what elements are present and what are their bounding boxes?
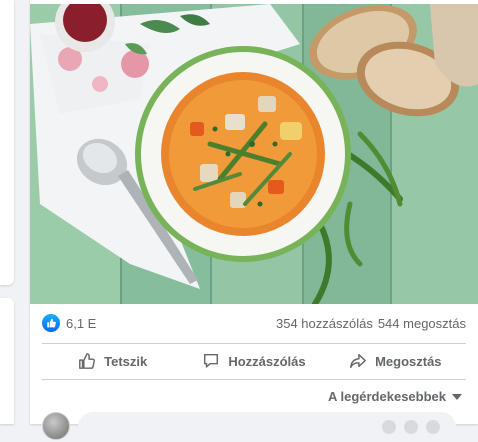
user-avatar[interactable] — [42, 412, 70, 440]
like-button[interactable]: Tetszik — [42, 345, 183, 377]
left-sidebar-card — [0, 0, 14, 285]
share-icon — [350, 353, 366, 369]
comment-button[interactable]: Hozzászólás — [183, 345, 324, 377]
soup-photo-illustration — [30, 4, 478, 304]
comment-icon — [204, 353, 219, 368]
caret-down-icon — [452, 394, 462, 400]
gif-icon[interactable] — [426, 420, 440, 434]
comment-button-label: Hozzászólás — [228, 353, 306, 369]
left-sidebar-card-lower — [0, 298, 14, 424]
feed-post: 6,1 E 354 hozzászólás 544 megosztás Tets… — [30, 0, 478, 442]
comments-count-link[interactable]: 354 hozzászólás — [276, 316, 373, 331]
post-photo[interactable] — [30, 4, 478, 304]
comment-sort-label: A legérdekesebbek — [327, 388, 446, 404]
comment-composer — [42, 410, 466, 442]
emoji-icon[interactable] — [382, 420, 396, 434]
actions-divider — [42, 379, 466, 380]
reactions-count: 6,1 E — [66, 315, 97, 331]
thumbs-up-icon — [79, 353, 96, 369]
post-actions: Tetszik Hozzászólás Megosztás — [42, 344, 466, 378]
comment-input[interactable] — [78, 412, 456, 442]
reactions-summary[interactable]: 6,1 E — [42, 314, 96, 332]
share-button-label: Megosztás — [375, 353, 442, 369]
share-button[interactable]: Megosztás — [325, 345, 466, 377]
shares-count-link[interactable]: 544 megosztás — [378, 316, 466, 331]
like-icon — [42, 314, 60, 332]
like-button-label: Tetszik — [104, 353, 148, 369]
comment-sort-dropdown[interactable]: A legérdekesebbek — [328, 387, 462, 405]
post-stats-bar: 6,1 E 354 hozzászólás 544 megosztás — [42, 312, 466, 334]
camera-icon[interactable] — [404, 420, 418, 434]
